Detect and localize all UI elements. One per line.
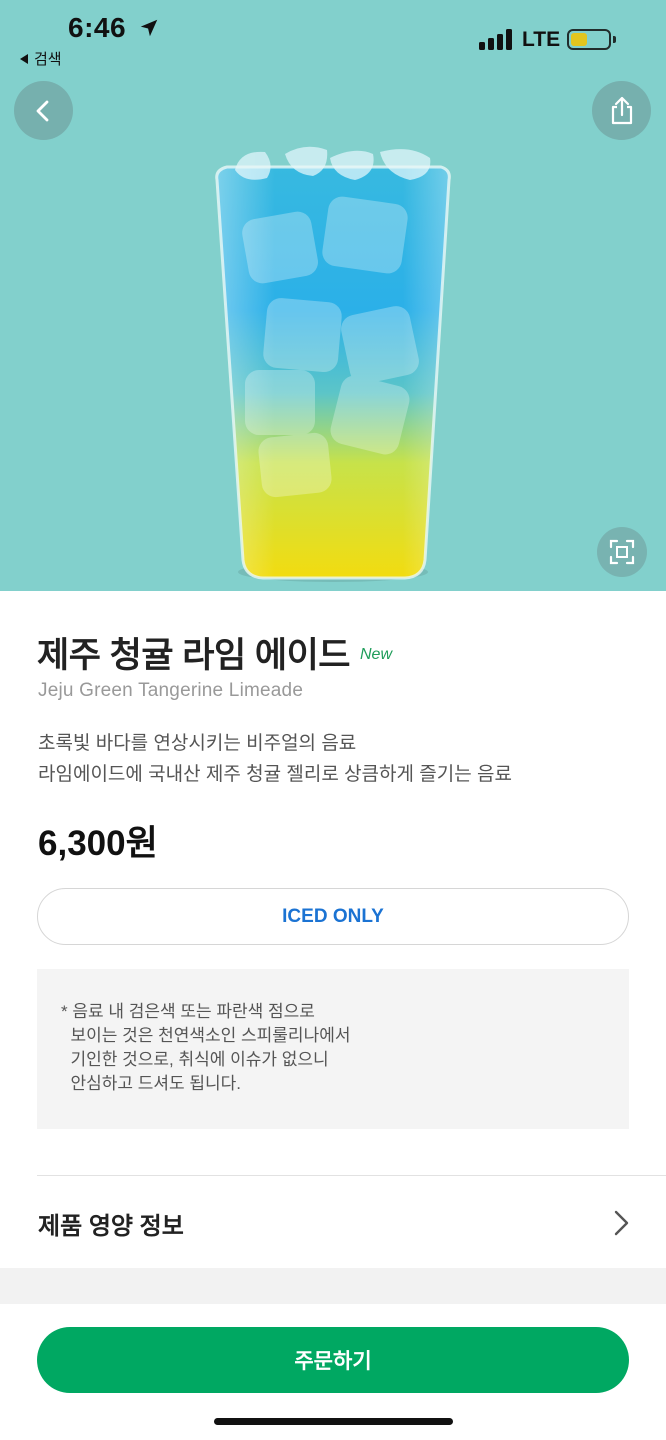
- battery-fill: [571, 33, 587, 46]
- order-button[interactable]: 주문하기: [37, 1327, 629, 1393]
- fullscreen-icon: [609, 539, 635, 565]
- product-name-english: Jeju Green Tangerine Limeade: [38, 680, 304, 701]
- share-icon: [611, 96, 632, 124]
- back-button[interactable]: [14, 81, 73, 140]
- fullscreen-button[interactable]: [597, 527, 647, 577]
- location-arrow-icon: [140, 19, 158, 37]
- nutrition-info-label: 제품 영양 정보: [38, 1213, 184, 1240]
- new-badge: New: [359, 646, 392, 663]
- notice-box: * 음료 내 검은색 또는 파란색 점으로 보이는 것은 천연색소인 스피룰리나…: [37, 969, 629, 1129]
- notice-text: * 음료 내 검은색 또는 파란색 점으로 보이는 것은 천연색소인 스피룰리나…: [61, 1002, 351, 1093]
- chevron-right-icon: [614, 1210, 629, 1236]
- product-hero: 6:46 검색 LTE: [0, 0, 666, 591]
- home-indicator[interactable]: [214, 1418, 453, 1425]
- title-row: 제주 청귤 라임 에이드 New: [37, 627, 392, 678]
- product-price: 6,300원: [38, 824, 158, 863]
- network-type: LTE: [522, 28, 561, 51]
- description-line: 라임에이드에 국내산 제주 청귤 젤리로 상큼하게 즐기는 음료: [38, 764, 512, 785]
- back-triangle-icon: [20, 54, 28, 65]
- description-line: 초록빛 바다를 연상시키는 비주얼의 음료: [38, 733, 357, 754]
- product-description: 초록빛 바다를 연상시키는 비주얼의 음료 라임에이드에 국내산 제주 청귤 젤…: [38, 728, 512, 790]
- section-spacer: [0, 1268, 666, 1304]
- share-button[interactable]: [592, 81, 651, 140]
- back-to-app-label: 검색: [34, 51, 62, 68]
- back-to-app-link[interactable]: 검색: [20, 48, 62, 69]
- battery-icon: [567, 29, 616, 50]
- temperature-option[interactable]: ICED ONLY: [37, 888, 629, 945]
- status-bar: 6:46 검색 LTE: [0, 0, 666, 70]
- product-image: [215, 146, 451, 582]
- chevron-left-icon: [36, 100, 48, 121]
- cellular-signal-icon: [479, 28, 513, 50]
- nutrition-info-row[interactable]: 제품 영양 정보: [0, 1176, 666, 1269]
- status-time: 6:46: [68, 12, 127, 43]
- product-name: 제주 청귤 라임 에이드: [37, 636, 350, 675]
